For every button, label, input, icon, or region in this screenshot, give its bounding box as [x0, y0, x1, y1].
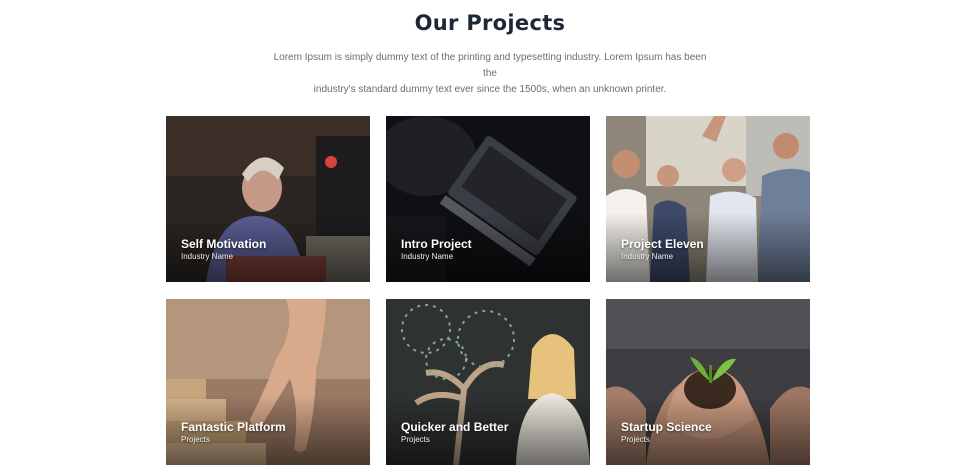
project-subtitle: Projects [181, 435, 210, 444]
project-title: Intro Project [401, 237, 472, 251]
project-card-project-eleven[interactable]: Project Eleven Industry Name [606, 116, 810, 282]
project-title: Fantastic Platform [181, 420, 286, 434]
project-title: Startup Science [621, 420, 712, 434]
project-title: Self Motivation [181, 237, 267, 251]
project-title: Quicker and Better [401, 420, 509, 434]
intro-line: Lorem Ipsum is simply dummy text of the … [273, 52, 707, 79]
section-title: Our Projects [414, 11, 566, 35]
project-card-startup-science[interactable]: Startup Science Projects [606, 299, 810, 465]
project-subtitle: Industry Name [401, 252, 454, 261]
project-subtitle: Industry Name [621, 252, 674, 261]
project-card-fantastic-platform[interactable]: Fantastic Platform Projects [166, 299, 370, 465]
project-subtitle: Industry Name [181, 252, 234, 261]
project-card-intro-project[interactable]: Intro Project Industry Name [386, 116, 590, 282]
intro-line: industry's standard dummy text ever sinc… [313, 84, 667, 95]
project-card-quicker-and-better[interactable]: Quicker and Better Projects [386, 299, 590, 465]
section-intro: Lorem Ipsum is simply dummy text of the … [270, 50, 710, 98]
project-subtitle: Projects [401, 435, 430, 444]
project-card-self-motivation[interactable]: Self Motivation Industry Name [166, 116, 370, 282]
project-subtitle: Projects [621, 435, 650, 444]
project-title: Project Eleven [621, 237, 704, 251]
